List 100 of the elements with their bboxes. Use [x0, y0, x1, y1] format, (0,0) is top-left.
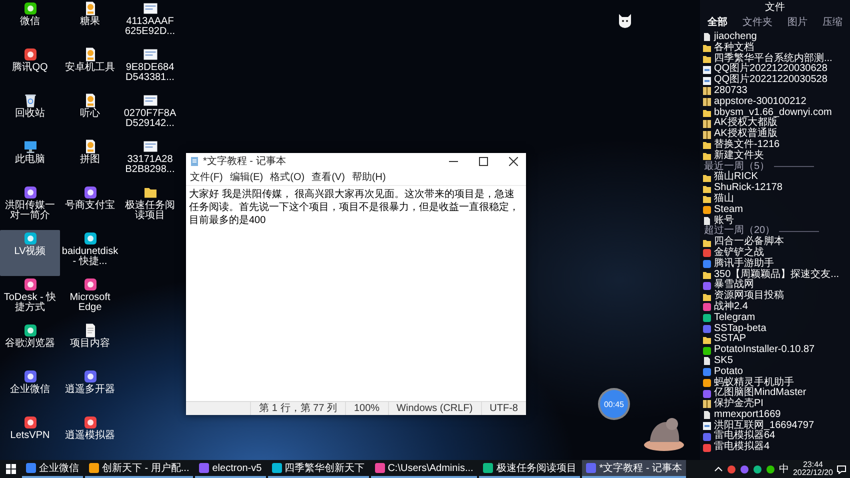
app-icon: [22, 277, 38, 292]
cat-icon[interactable]: [617, 12, 633, 28]
file-item[interactable]: 各种文档: [700, 42, 850, 54]
app-icon: [22, 231, 38, 246]
archive-icon: [703, 98, 711, 106]
close-icon[interactable]: [508, 156, 518, 166]
archive-icon: [703, 120, 711, 128]
menu-item[interactable]: 查看(V): [312, 170, 345, 184]
folder-icon: [703, 238, 711, 247]
folder-icon: [703, 270, 711, 279]
file-icon: [703, 411, 711, 420]
app-icon: [82, 369, 98, 384]
folder-icon: [142, 185, 158, 200]
file-item[interactable]: SK5: [700, 356, 850, 367]
section-heading: 最近一周（5）: [700, 162, 850, 172]
app-icon: [703, 346, 711, 354]
panel-tab[interactable]: 图片: [788, 15, 808, 29]
file-item[interactable]: QQ图片20221220030528: [700, 75, 850, 86]
app-icon: [82, 185, 98, 200]
folder-icon: [703, 108, 711, 117]
maximize-icon[interactable]: [478, 156, 488, 166]
app-icon: [199, 463, 210, 473]
app-icon: [22, 185, 38, 200]
taskbar-item[interactable]: 创新天下 - 用户配...: [85, 460, 194, 478]
menu-item[interactable]: 格式(O): [270, 170, 305, 184]
panel-title: 文件: [764, 0, 786, 13]
file-item[interactable]: SSTAP: [700, 334, 850, 346]
file-item[interactable]: appstore-300100212: [700, 96, 850, 108]
taskbar-item[interactable]: 极速任务阅读项目: [479, 460, 580, 478]
taskbar-item[interactable]: 企业微信: [22, 460, 83, 478]
menu-item[interactable]: 文件(F): [190, 170, 223, 184]
image-file-icon: [142, 93, 158, 108]
panel-tab[interactable]: 全部: [708, 15, 728, 29]
file-icon: [703, 216, 711, 225]
desktop-icon[interactable]: LV视频: [0, 230, 60, 276]
app-icon: [82, 231, 98, 246]
archive-icon: [703, 130, 711, 139]
folder-icon: [703, 336, 711, 344]
window-title: *文字教程 - 记事本: [203, 154, 287, 168]
image-file-icon: [142, 47, 158, 62]
file-item[interactable]: SSTap-beta: [700, 324, 850, 334]
menu-item[interactable]: 帮助(H): [352, 170, 386, 184]
file-item[interactable]: Potato: [700, 366, 850, 378]
app-icon: [703, 282, 711, 290]
file-item[interactable]: PotatoInstaller-0.10.87: [700, 345, 850, 356]
timer-badge[interactable]: 00:45: [600, 390, 628, 418]
file-item[interactable]: 腾讯手游助手: [700, 258, 850, 270]
file-item[interactable]: 保护金壳PI: [700, 399, 850, 410]
app-icon: [82, 415, 98, 430]
status-text: Windows (CRLF): [388, 402, 481, 415]
chevron-icon[interactable]: [714, 464, 723, 474]
app-icon: [22, 1, 38, 16]
file-item[interactable]: 四合一必备脚本: [700, 237, 850, 248]
image-file-icon: [142, 1, 158, 16]
app-icon: [26, 463, 36, 473]
file-item[interactable]: 猫山RICK: [700, 172, 850, 184]
app-icon: [82, 277, 98, 292]
taskbar-item[interactable]: electron-v5: [195, 460, 266, 478]
taskbar-item[interactable]: *文字教程 - 记事本: [582, 460, 686, 478]
start-icon[interactable]: [6, 464, 16, 474]
file-item[interactable]: 新建文件夹: [700, 150, 850, 162]
taskbar-item[interactable]: C:\Users\Adminis...: [370, 460, 478, 478]
file-item[interactable]: 雷电模拟器4: [700, 442, 850, 454]
archive-icon: [703, 400, 711, 408]
file-item[interactable]: mmexport1669: [700, 410, 850, 421]
file-item[interactable]: 猫山: [700, 194, 850, 205]
app-icon: [22, 323, 38, 338]
taskbar-item[interactable]: 四季繁华创新天下: [268, 460, 369, 478]
file-item[interactable]: Telegram: [700, 312, 850, 324]
computer-icon: [22, 139, 38, 154]
app-icon: [586, 463, 596, 473]
app-icon: [89, 463, 99, 473]
archive-icon: [703, 87, 711, 96]
panel-tab[interactable]: 文件夹: [742, 15, 772, 29]
file-item[interactable]: AK授权普通版: [700, 129, 850, 140]
image-file-icon: [703, 422, 711, 430]
app-icon: [22, 415, 38, 430]
status-text: UTF-8: [480, 402, 526, 415]
notification-icon[interactable]: [837, 464, 846, 474]
file-item[interactable]: 战神2.4: [700, 302, 850, 313]
file-item[interactable]: bbysm_v1.66_downyi.com: [700, 108, 850, 118]
app-icon: [22, 369, 38, 384]
panel-tab[interactable]: 压缩: [822, 15, 842, 29]
notepad-icon: [190, 156, 199, 166]
status-text: 第 1 行，第 77 列: [250, 402, 345, 415]
file-item[interactable]: 金铲铲之战: [700, 248, 850, 259]
clock-date[interactable]: 2022/12/20: [792, 469, 833, 477]
file-item[interactable]: Steam: [700, 204, 850, 216]
file-item[interactable]: 280733: [700, 86, 850, 97]
file-item[interactable]: jiaocheng: [700, 32, 850, 43]
app-icon: [272, 463, 282, 473]
input-method-indicator[interactable]: 中: [778, 462, 789, 476]
file-item[interactable]: ShuRick-12178: [700, 183, 850, 194]
app-icon: [703, 206, 711, 214]
file-item[interactable]: 替换文件-1216: [700, 140, 850, 151]
file-item[interactable]: 资源网项目投稿: [700, 291, 850, 302]
clock-time[interactable]: 23:44: [802, 461, 823, 469]
app-icon: [22, 47, 38, 62]
status-text: 100%: [344, 402, 388, 415]
menu-item[interactable]: 编辑(E): [230, 170, 264, 184]
